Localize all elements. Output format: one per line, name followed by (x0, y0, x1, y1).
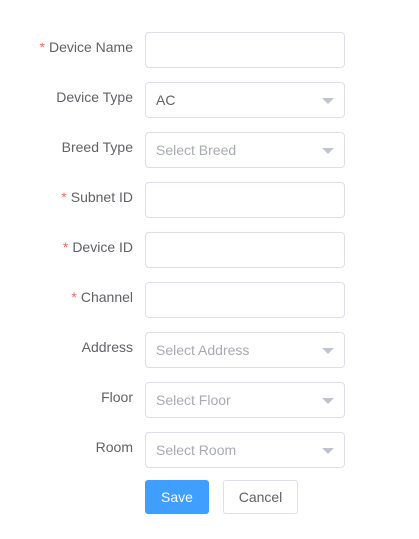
device-id-label-text: Device ID (72, 239, 133, 255)
subnet-id-label: * Subnet ID (61, 182, 133, 218)
floor-select[interactable]: Select Floor (145, 382, 345, 418)
address-label: Address (81, 339, 133, 355)
chevron-down-icon[interactable] (322, 348, 334, 354)
form-item-device-type: Device Type AC (0, 82, 419, 118)
chevron-down-icon[interactable] (322, 98, 334, 104)
device-name-field[interactable] (145, 32, 345, 68)
channel-input[interactable] (146, 283, 336, 317)
room-select[interactable]: Select Room (145, 432, 345, 468)
room-label: Room (95, 439, 133, 455)
required-asterisk: * (62, 239, 69, 255)
room-placeholder: Select Room (156, 442, 237, 458)
required-asterisk: * (61, 189, 67, 205)
subnet-id-field[interactable] (145, 182, 345, 218)
floor-placeholder: Select Floor (156, 392, 231, 408)
form-item-subnet-id: * Subnet ID (0, 182, 419, 218)
breed-type-select[interactable]: Select Breed (145, 132, 345, 168)
form-item-address: Address Select Address (0, 332, 419, 368)
device-name-label: * Device Name (40, 32, 133, 68)
device-type-select[interactable]: AC (145, 82, 345, 118)
cancel-button[interactable]: Cancel (223, 480, 298, 514)
address-select[interactable]: Select Address (145, 332, 345, 368)
channel-label-text: Channel (80, 289, 133, 305)
form-item-device-id: * Device ID (0, 232, 419, 268)
channel-label: * Channel (71, 282, 133, 318)
form-item-device-name: * Device Name (0, 32, 419, 68)
form-item-breed-type: Breed Type Select Breed (0, 132, 419, 168)
floor-label: Floor (101, 389, 133, 405)
chevron-down-icon[interactable] (322, 148, 334, 154)
chevron-down-icon[interactable] (322, 448, 334, 454)
device-type-label: Device Type (56, 89, 133, 105)
form-item-channel: * Channel (0, 282, 419, 318)
breed-type-label: Breed Type (61, 139, 133, 155)
device-name-label-text: Device Name (48, 39, 133, 55)
subnet-id-label-text: Subnet ID (70, 189, 133, 205)
device-type-value: AC (156, 92, 176, 108)
device-id-field[interactable] (145, 232, 345, 268)
required-asterisk: * (39, 39, 45, 55)
device-id-input[interactable] (146, 233, 336, 267)
subnet-id-input[interactable] (146, 183, 336, 217)
address-placeholder: Select Address (156, 342, 250, 358)
device-id-label: * Device ID (63, 232, 133, 268)
chevron-down-icon[interactable] (322, 398, 334, 404)
required-asterisk: * (71, 289, 77, 305)
form-item-floor: Floor Select Floor (0, 382, 419, 418)
form-item-room: Room Select Room (0, 432, 419, 468)
channel-field[interactable] (145, 282, 345, 318)
save-button[interactable]: Save (145, 480, 209, 514)
device-name-input[interactable] (146, 33, 336, 67)
breed-type-placeholder: Select Breed (156, 142, 237, 158)
